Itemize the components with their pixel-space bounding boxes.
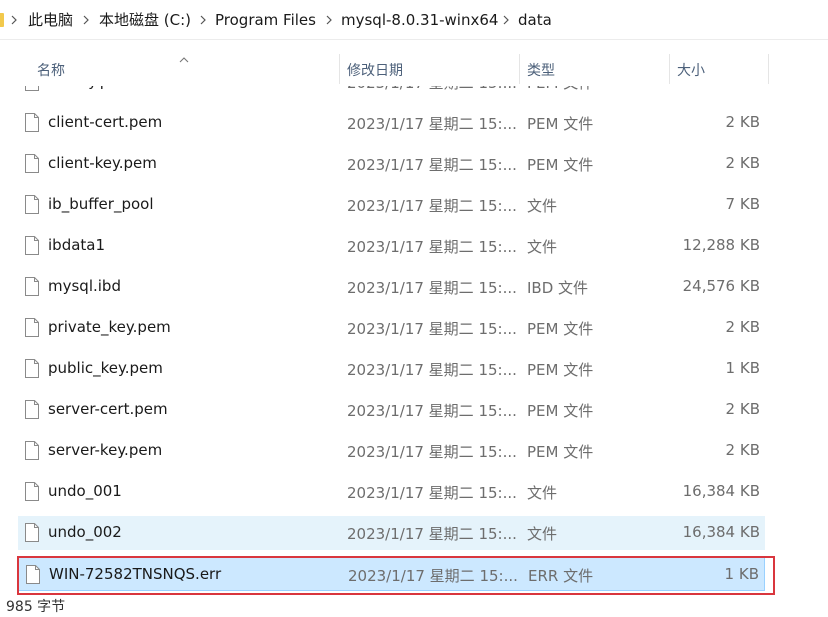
file-type: 文件 — [527, 484, 558, 502]
file-icon — [25, 236, 39, 255]
breadcrumb-mysql-folder[interactable]: mysql-8.0.31-winx64 — [341, 10, 498, 30]
file-date: 2023/1/17 星期二 15:... — [347, 361, 517, 379]
chevron-right-icon[interactable] — [502, 12, 510, 28]
chevron-right-icon[interactable] — [199, 12, 207, 28]
file-date: 2023/1/17 星期二 15:... — [347, 443, 517, 461]
file-size: 2 KB — [726, 86, 760, 90]
column-name-header[interactable]: 名称 — [37, 60, 65, 80]
file-row[interactable]: private_key.pem 2023/1/17 星期二 15:... PEM 文… — [18, 311, 765, 345]
file-row[interactable]: mysql.ibd 2023/1/17 星期二 15:... IBD 文件 24,57… — [18, 270, 765, 304]
file-type: PEM 文件 — [527, 115, 594, 133]
file-date: 2023/1/17 星期二 15:... — [347, 115, 517, 133]
file-date: 2023/1/17 星期二 15:... — [347, 525, 517, 543]
file-date: 2023/1/17 星期二 15:... — [347, 484, 517, 502]
file-name: public_key.pem — [48, 359, 163, 377]
sort-ascending-icon — [178, 52, 190, 68]
chevron-right-icon[interactable] — [10, 12, 18, 28]
file-size: 2 KB — [725, 441, 760, 459]
file-name: ca-key.pem — [48, 86, 133, 90]
file-size: 2 KB — [725, 400, 760, 418]
file-date: 2023/1/17 星期二 15:... — [347, 402, 517, 420]
file-row[interactable]: server-key.pem 2023/1/17 星期二 15:... PEM 文件… — [18, 434, 765, 468]
file-size: 7 KB — [725, 195, 760, 213]
file-type: PEM 文件 — [527, 402, 594, 420]
breadcrumb-data[interactable]: data — [518, 10, 552, 30]
address-breadcrumb[interactable]: 此电脑 本地磁盘 (C:) Program Files mysql-8.0.31… — [0, 0, 828, 40]
file-type: 文件 — [527, 238, 558, 256]
folder-icon — [0, 13, 4, 27]
file-name: server-key.pem — [48, 441, 163, 459]
column-header: 名称 修改日期 类型 大小 — [0, 52, 828, 86]
file-date: 2023/1/17 星期二 15:... — [347, 279, 517, 297]
file-icon — [25, 154, 39, 173]
file-icon — [25, 318, 39, 337]
file-icon — [25, 113, 39, 132]
file-name: client-key.pem — [48, 154, 157, 172]
file-icon — [25, 523, 39, 542]
file-type: 文件 — [527, 197, 558, 215]
file-row[interactable]: client-cert.pem 2023/1/17 星期二 15:... PEM 文… — [18, 106, 765, 140]
breadcrumb-this-pc[interactable]: 此电脑 — [28, 10, 73, 30]
file-name: ibdata1 — [48, 236, 106, 254]
file-size: 24,576 KB — [682, 277, 760, 295]
file-icon — [25, 400, 39, 419]
column-type-header[interactable]: 类型 — [527, 60, 555, 80]
file-row[interactable]: ca-key.pem 2023/1/17 星期二 15:... PEM 文件 2 KB — [18, 86, 765, 99]
column-size-header[interactable]: 大小 — [677, 60, 705, 80]
status-bar-text: 985 字节 — [6, 599, 66, 615]
file-type: PEM 文件 — [527, 361, 594, 379]
file-name: undo_001 — [48, 482, 122, 500]
file-name: mysql.ibd — [48, 277, 121, 295]
column-divider[interactable] — [768, 54, 769, 84]
file-date: 2023/1/17 星期二 15:... — [347, 238, 517, 256]
file-size: 16,384 KB — [682, 523, 760, 541]
file-date: 2023/1/17 星期二 15:... — [347, 156, 517, 174]
file-name: private_key.pem — [48, 318, 171, 336]
file-type: IBD 文件 — [527, 279, 589, 297]
file-name: undo_002 — [48, 523, 122, 541]
column-divider[interactable] — [669, 54, 670, 84]
file-size: 1 KB — [725, 359, 760, 377]
file-date: 2023/1/17 星期二 15:... — [347, 86, 517, 93]
file-icon — [25, 482, 39, 501]
file-row[interactable]: ibdata1 2023/1/17 星期二 15:... 文件 12,288 KB — [18, 229, 765, 263]
column-date-header[interactable]: 修改日期 — [347, 60, 403, 80]
file-date: 2023/1/17 星期二 15:... — [347, 197, 517, 215]
file-list[interactable]: ca-key.pem 2023/1/17 星期二 15:... PEM 文件 2 KB… — [0, 86, 828, 598]
file-type: PEM 文件 — [527, 86, 593, 93]
chevron-right-icon[interactable] — [325, 12, 333, 28]
file-name: server-cert.pem — [48, 400, 168, 418]
file-row[interactable]: server-cert.pem 2023/1/17 星期二 15:... PEM 文… — [18, 393, 765, 427]
file-type: PEM 文件 — [527, 443, 594, 461]
file-row[interactable]: undo_002 2023/1/17 星期二 15:... 文件 16,384 KB — [18, 516, 765, 550]
file-date: 2023/1/17 星期二 15:... — [347, 320, 517, 338]
file-type: PEM 文件 — [527, 156, 594, 174]
file-name: client-cert.pem — [48, 113, 163, 131]
file-icon — [25, 359, 39, 378]
file-row[interactable]: public_key.pem 2023/1/17 星期二 15:... PEM 文件… — [18, 352, 765, 386]
file-size: 12,288 KB — [682, 236, 760, 254]
chevron-right-icon[interactable] — [82, 12, 90, 28]
breadcrumb-local-disk[interactable]: 本地磁盘 (C:) — [99, 10, 191, 30]
file-size: 16,384 KB — [682, 482, 760, 500]
file-size: 2 KB — [725, 154, 760, 172]
file-row[interactable]: client-key.pem 2023/1/17 星期二 15:... PEM 文件… — [18, 147, 765, 181]
file-icon — [25, 277, 39, 296]
column-divider[interactable] — [339, 54, 340, 84]
file-row[interactable]: ib_buffer_pool 2023/1/17 星期二 15:... 文件 7 KB — [18, 188, 765, 222]
file-icon — [25, 86, 39, 91]
file-size: 2 KB — [725, 113, 760, 131]
breadcrumb-program-files[interactable]: Program Files — [215, 10, 316, 30]
file-type: PEM 文件 — [527, 320, 594, 338]
file-icon — [25, 441, 39, 460]
file-name: ib_buffer_pool — [48, 195, 154, 213]
file-icon — [25, 195, 39, 214]
file-row[interactable]: undo_001 2023/1/17 星期二 15:... 文件 16,384 KB — [18, 475, 765, 509]
column-divider[interactable] — [519, 54, 520, 84]
file-type: 文件 — [527, 525, 558, 543]
annotation-highlight-box — [17, 556, 775, 595]
file-size: 2 KB — [725, 318, 760, 336]
